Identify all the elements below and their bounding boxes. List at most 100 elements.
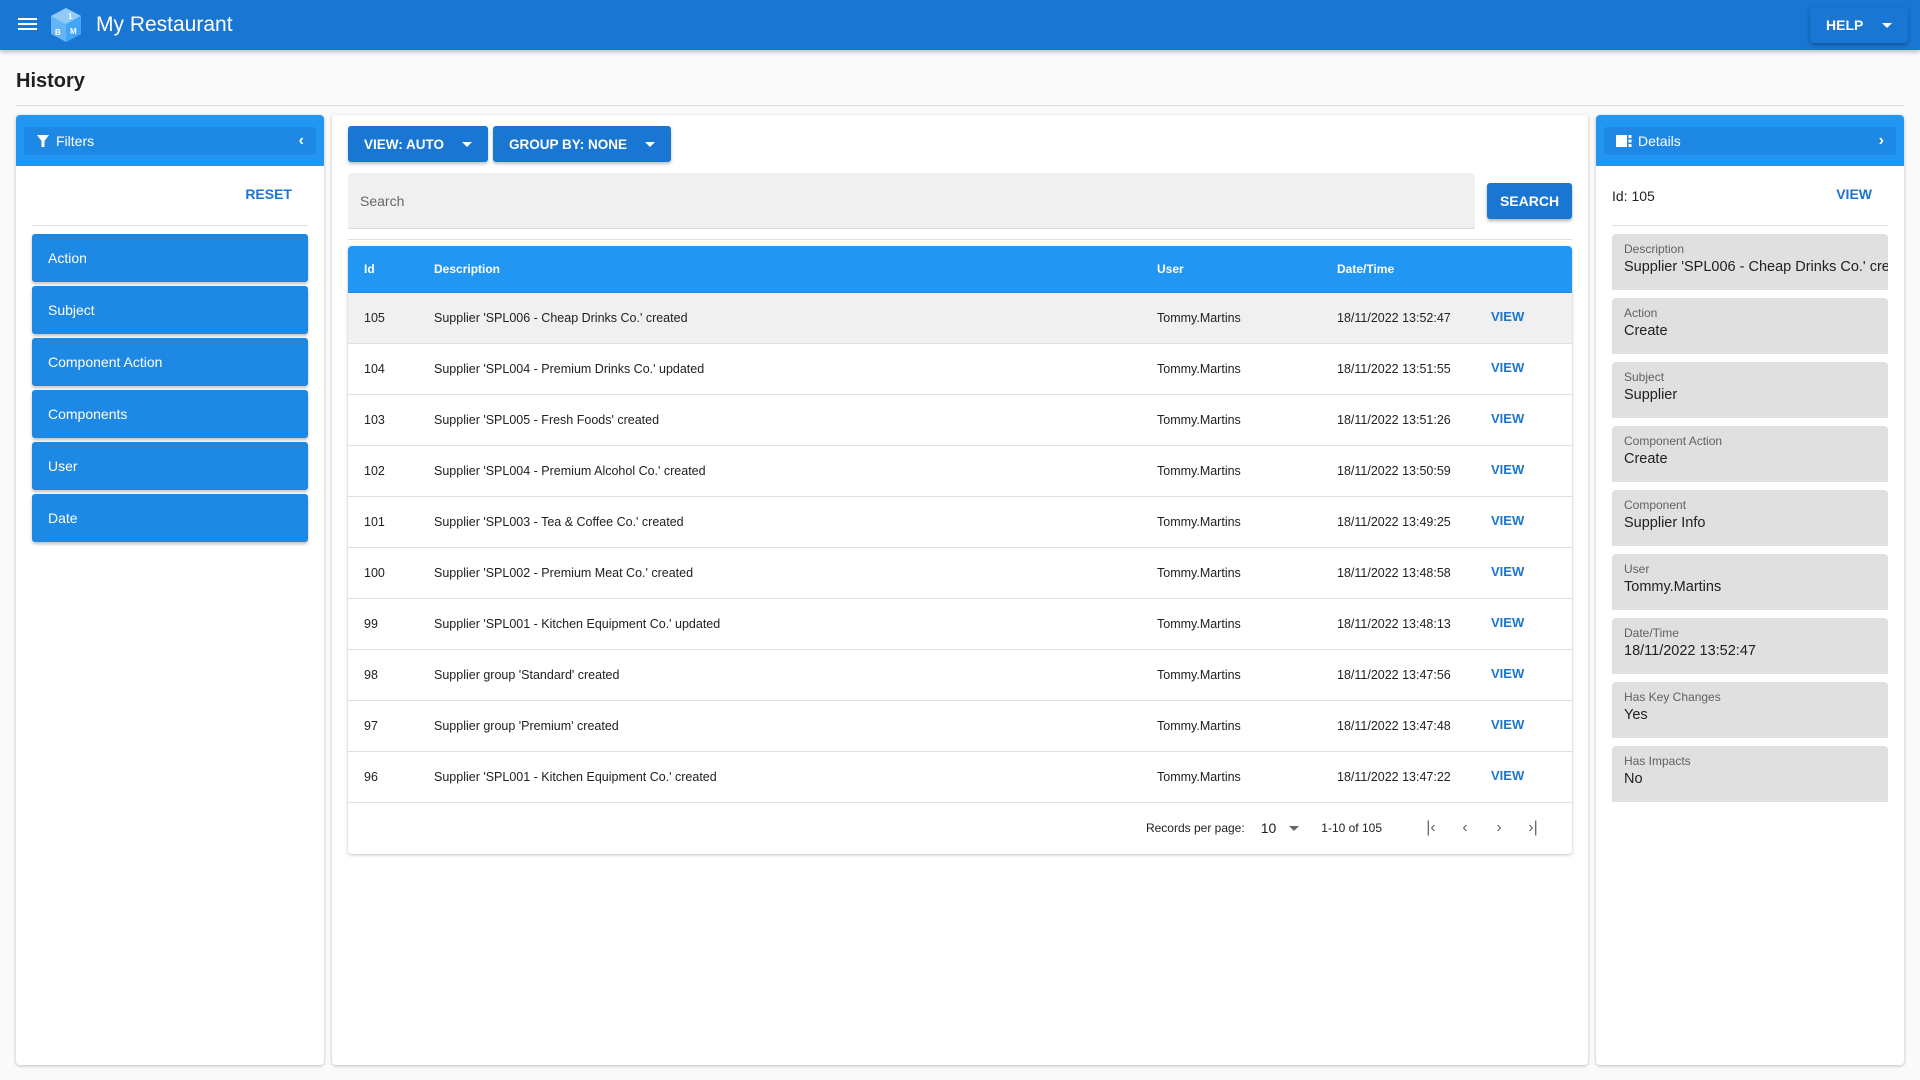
details-header: Details › — [1596, 115, 1904, 166]
details-id-row: Id: 105 VIEW — [1612, 166, 1888, 226]
view-button[interactable]: VIEW — [1491, 462, 1524, 477]
detail-field-component: Component Supplier Info — [1612, 490, 1888, 546]
view-button[interactable]: VIEW — [1491, 564, 1524, 579]
chevron-right-icon[interactable]: › — [1879, 132, 1884, 150]
view-dropdown[interactable]: VIEW: AUTO — [348, 126, 489, 162]
group-by-dropdown[interactable]: GROUP BY: NONE — [493, 126, 672, 162]
search-input[interactable] — [348, 173, 1475, 228]
table-row[interactable]: 99 Supplier 'SPL001 - Kitchen Equipment … — [348, 599, 1572, 650]
filter-subject[interactable]: Subject — [32, 286, 308, 334]
details-fields: Description Supplier 'SPL006 - Cheap Dri… — [1596, 226, 1904, 818]
filter-component-action[interactable]: Component Action — [32, 338, 308, 386]
detail-label: User — [1624, 562, 1650, 576]
view-button[interactable]: VIEW — [1491, 360, 1524, 375]
table-row[interactable]: 104 Supplier 'SPL004 - Premium Drinks Co… — [348, 344, 1572, 395]
cell-description: Supplier group 'Standard' created — [434, 668, 620, 682]
detail-field-component-action: Component Action Create — [1612, 426, 1888, 482]
table-row[interactable]: 103 Supplier 'SPL005 - Fresh Foods' crea… — [348, 395, 1572, 446]
detail-field-user: User Tommy.Martins — [1612, 554, 1888, 610]
help-button[interactable]: HELP — [1810, 7, 1908, 43]
filter-action[interactable]: Action — [32, 234, 308, 282]
history-table: Id Description User Date/Time 105 Suppli… — [348, 246, 1572, 854]
table-row[interactable]: 102 Supplier 'SPL004 - Premium Alcohol C… — [348, 446, 1572, 497]
cell-id: 105 — [364, 311, 385, 325]
detail-value: 18/11/2022 13:52:47 — [1624, 643, 1756, 659]
filters-toggle[interactable]: Filters ‹ — [24, 127, 316, 155]
cell-description: Supplier 'SPL006 - Cheap Drinks Co.' cre… — [434, 311, 688, 325]
chevron-left-icon[interactable]: ‹ — [299, 132, 304, 150]
table-row[interactable]: 100 Supplier 'SPL002 - Premium Meat Co.'… — [348, 548, 1572, 599]
cell-datetime: 18/11/2022 13:51:55 — [1337, 362, 1451, 376]
records-per-page-label: Records per page: — [1145, 821, 1245, 835]
cell-datetime: 18/11/2022 13:51:26 — [1337, 413, 1451, 427]
cell-description: Supplier group 'Premium' created — [434, 719, 619, 733]
details-id: Id: 105 — [1612, 188, 1655, 204]
cell-datetime: 18/11/2022 13:48:13 — [1337, 617, 1451, 631]
cube-logo: 1 B M — [51, 8, 81, 42]
table-row[interactable]: 98 Supplier group 'Standard' created Tom… — [348, 650, 1572, 701]
cell-id: 101 — [364, 515, 385, 529]
records-per-page-select[interactable]: 10 — [1261, 820, 1300, 836]
app-bar: 1 B M My Restaurant HELP — [0, 0, 1920, 50]
prev-page-icon[interactable]: ‹ — [1454, 817, 1476, 839]
cell-id: 100 — [364, 566, 385, 580]
filters-title: Filters — [56, 133, 95, 149]
detail-value: Create — [1624, 451, 1668, 467]
filter-components[interactable]: Components — [32, 390, 308, 438]
cell-id: 97 — [364, 719, 378, 733]
view-button[interactable]: VIEW — [1491, 411, 1524, 426]
help-label: HELP — [1826, 17, 1864, 33]
view-button[interactable]: VIEW — [1491, 513, 1524, 528]
divider — [348, 239, 1572, 240]
table-row[interactable]: 105 Supplier 'SPL006 - Cheap Drinks Co.'… — [348, 293, 1572, 344]
cell-datetime: 18/11/2022 13:49:25 — [1337, 515, 1451, 529]
table-row[interactable]: 97 Supplier group 'Premium' created Tomm… — [348, 701, 1572, 752]
view-button[interactable]: VIEW — [1491, 768, 1524, 783]
filter-user[interactable]: User — [32, 442, 308, 490]
column-header-user[interactable]: User — [1141, 262, 1321, 276]
first-page-icon[interactable]: |‹ — [1420, 817, 1442, 839]
caret-down-icon — [1289, 825, 1300, 831]
filter-date[interactable]: Date — [32, 494, 308, 542]
search-field — [348, 173, 1475, 229]
cell-user: Tommy.Martins — [1157, 515, 1241, 529]
last-page-icon[interactable]: ›| — [1522, 817, 1544, 839]
cell-user: Tommy.Martins — [1157, 311, 1241, 325]
table-row[interactable]: 96 Supplier 'SPL001 - Kitchen Equipment … — [348, 752, 1572, 803]
cell-description: Supplier 'SPL004 - Premium Drinks Co.' u… — [434, 362, 705, 376]
column-header-id[interactable]: Id — [348, 262, 418, 276]
view-button[interactable]: VIEW — [1491, 309, 1524, 324]
detail-value: Supplier Info — [1624, 515, 1706, 531]
detail-field-subject: Subject Supplier — [1612, 362, 1888, 418]
view-button[interactable]: VIEW — [1491, 615, 1524, 630]
cell-datetime: 18/11/2022 13:47:48 — [1337, 719, 1451, 733]
detail-value: Yes — [1624, 707, 1648, 723]
cell-user: Tommy.Martins — [1157, 668, 1241, 682]
svg-text:1: 1 — [68, 12, 73, 21]
menu-icon[interactable] — [17, 15, 39, 35]
cell-user: Tommy.Martins — [1157, 719, 1241, 733]
cell-id: 103 — [364, 413, 385, 427]
page-title: History — [16, 70, 85, 92]
search-button[interactable]: SEARCH — [1487, 183, 1572, 219]
detail-label: Action — [1624, 306, 1658, 320]
view-button[interactable]: VIEW — [1491, 717, 1524, 732]
details-toggle[interactable]: Details › — [1604, 127, 1896, 155]
table-row[interactable]: 101 Supplier 'SPL003 - Tea & Coffee Co.'… — [348, 497, 1572, 548]
cell-id: 96 — [364, 770, 378, 784]
cell-user: Tommy.Martins — [1157, 770, 1241, 784]
next-page-icon[interactable]: › — [1488, 817, 1510, 839]
detail-label: Component — [1624, 498, 1687, 512]
view-button[interactable]: VIEW — [1491, 666, 1524, 681]
details-panel: Details › Id: 105 VIEW Description Suppl… — [1596, 115, 1904, 1065]
cell-description: Supplier 'SPL001 - Kitchen Equipment Co.… — [434, 617, 721, 631]
filter-list: Action Subject Component Action Componen… — [16, 226, 324, 554]
caret-down-icon — [645, 141, 656, 147]
cell-datetime: 18/11/2022 13:47:22 — [1337, 770, 1451, 784]
details-view-button[interactable]: VIEW — [1836, 186, 1872, 202]
column-header-description[interactable]: Description — [418, 262, 1141, 276]
detail-label: Has Key Changes — [1624, 690, 1721, 704]
column-header-datetime[interactable]: Date/Time — [1321, 262, 1491, 276]
reset-button[interactable]: RESET — [245, 186, 292, 202]
cell-datetime: 18/11/2022 13:47:56 — [1337, 668, 1451, 682]
